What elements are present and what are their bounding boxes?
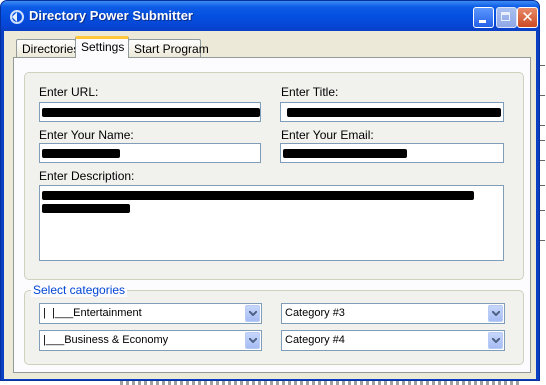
minimize-button[interactable] bbox=[473, 7, 494, 28]
tab-start-program[interactable]: Start Program bbox=[128, 39, 209, 57]
category-2-value: |___Business & Economy bbox=[43, 334, 169, 346]
title-input[interactable] bbox=[280, 102, 504, 122]
url-input[interactable] bbox=[39, 102, 261, 122]
close-icon: ✕ bbox=[521, 9, 534, 26]
name-input[interactable] bbox=[39, 143, 261, 163]
window-title: Directory Power Submitter bbox=[29, 8, 193, 23]
url-label: Enter URL: bbox=[39, 85, 99, 99]
app-icon bbox=[10, 10, 24, 24]
close-button[interactable]: ✕ bbox=[517, 7, 538, 28]
maximize-icon bbox=[501, 12, 510, 21]
tab-label: Settings bbox=[81, 40, 125, 54]
category-4-value: Category #4 bbox=[285, 334, 345, 346]
chevron-down-icon[interactable] bbox=[245, 305, 260, 322]
chevron-down-icon[interactable] bbox=[488, 305, 503, 322]
redacted-value bbox=[42, 191, 474, 200]
tab-settings[interactable]: Settings bbox=[75, 36, 129, 58]
site-details-group: Enter URL: Enter Title: Enter Your Name:… bbox=[24, 72, 524, 280]
app-window: Directory Power Submitter ✕ Directories … bbox=[0, 0, 540, 381]
chevron-down-icon[interactable] bbox=[488, 332, 503, 349]
settings-panel: Enter URL: Enter Title: Enter Your Name:… bbox=[13, 57, 531, 373]
tab-label: Start Program bbox=[134, 42, 209, 56]
redacted-value bbox=[287, 108, 501, 117]
maximize-button[interactable] bbox=[496, 7, 517, 28]
category-2-select[interactable]: |___Business & Economy bbox=[39, 330, 262, 351]
chevron-down-icon[interactable] bbox=[245, 332, 260, 349]
redacted-value bbox=[42, 108, 260, 117]
minimize-icon bbox=[479, 20, 486, 23]
category-1-select[interactable]: | |___Entertainment bbox=[39, 303, 262, 324]
category-1-value: | |___Entertainment bbox=[43, 307, 142, 319]
categories-legend: Select categories bbox=[31, 283, 128, 297]
title-label: Enter Title: bbox=[281, 85, 339, 99]
category-4-select[interactable]: Category #4 bbox=[281, 330, 505, 351]
redacted-value bbox=[42, 204, 130, 213]
title-bar[interactable]: Directory Power Submitter ✕ bbox=[1, 1, 539, 31]
description-label: Enter Description: bbox=[39, 169, 135, 183]
redacted-value bbox=[283, 149, 407, 158]
category-3-value: Category #3 bbox=[285, 307, 345, 319]
name-label: Enter Your Name: bbox=[39, 128, 134, 142]
tab-label: Directories bbox=[22, 42, 80, 56]
email-input[interactable] bbox=[280, 143, 504, 163]
categories-group: Select categories | |___Entertainment Ca… bbox=[24, 284, 524, 365]
email-label: Enter Your Email: bbox=[281, 128, 374, 142]
description-textarea[interactable] bbox=[39, 185, 504, 261]
category-3-select[interactable]: Category #3 bbox=[281, 303, 505, 324]
redacted-value bbox=[42, 149, 120, 158]
window-client-area: Directories Settings Start Program Enter… bbox=[4, 31, 536, 379]
tab-directories[interactable]: Directories bbox=[16, 39, 80, 57]
